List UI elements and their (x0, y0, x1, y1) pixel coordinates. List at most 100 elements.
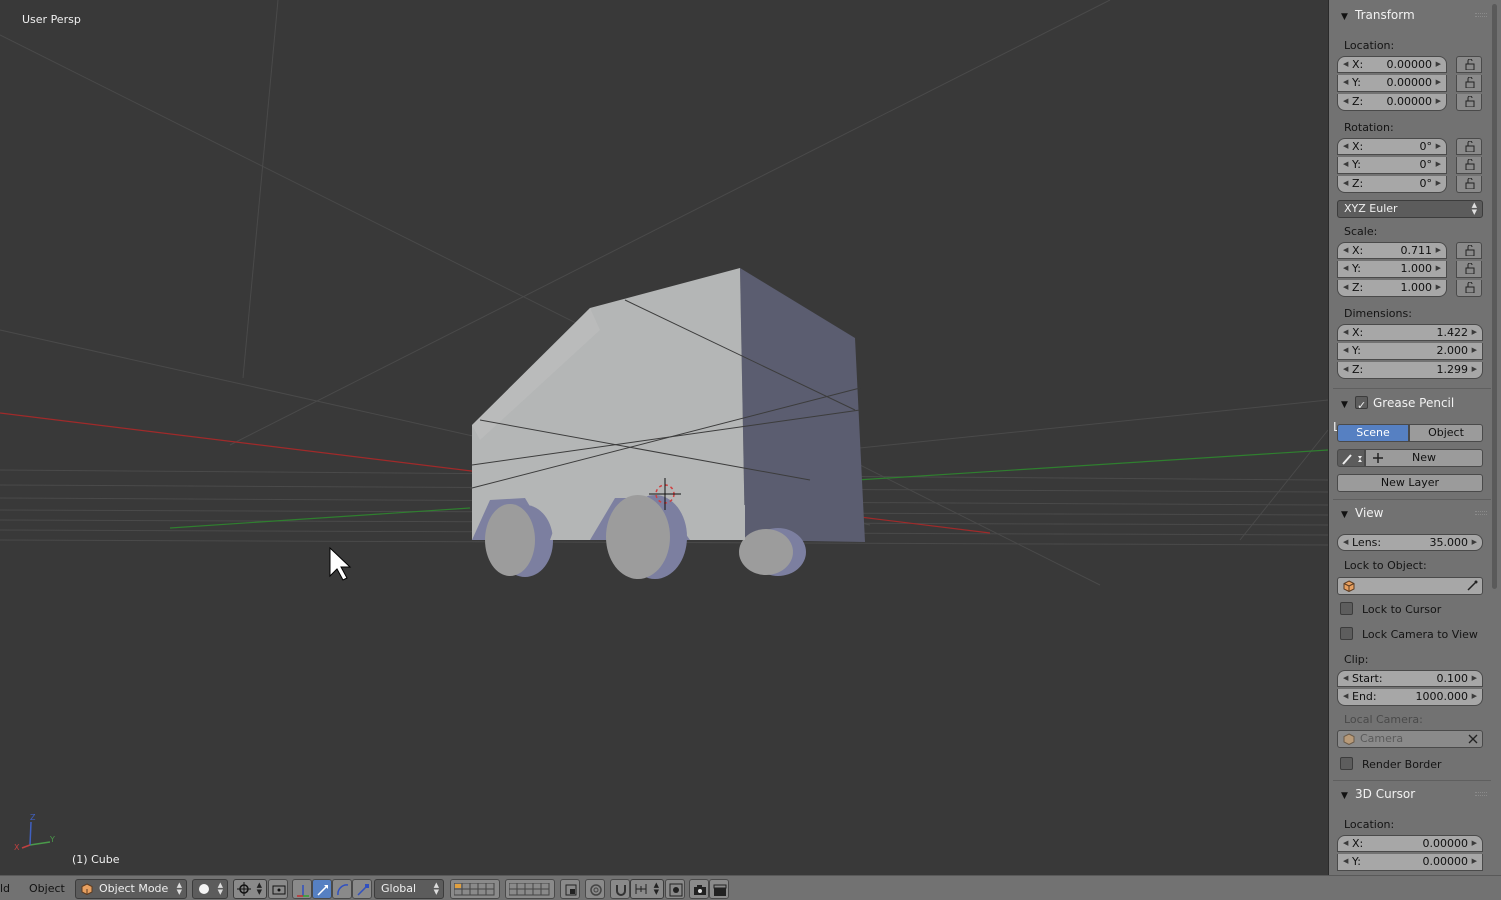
lock-location-z-button[interactable] (1456, 94, 1482, 111)
render-border-label: Render Border (1362, 758, 1442, 771)
object-menu[interactable]: Object (29, 879, 65, 899)
grease-pencil-browse-button[interactable] (1337, 449, 1365, 467)
drag-grip-icon[interactable] (1475, 792, 1487, 796)
panel-scrollbar[interactable] (1490, 0, 1498, 590)
3d-cursor-panel-header[interactable]: ▼ 3D Cursor (1333, 783, 1491, 805)
grease-pencil-panel-header[interactable]: ▼Grease Pencil Layers (1333, 392, 1491, 434)
rotation-mode-dropdown[interactable]: XYZ Euler ▲ ▼ (1337, 200, 1483, 218)
scale-x-field[interactable]: ◀ X: 0.711 ▶ (1337, 242, 1447, 259)
lock-location-y-button[interactable] (1456, 75, 1482, 92)
lock-icon (1465, 59, 1475, 70)
lock-scale-x-button[interactable] (1456, 242, 1482, 259)
section-divider (1333, 499, 1491, 500)
active-object-label: (1) Cube (72, 853, 120, 866)
scene-canvas[interactable]: Y Z X (0, 0, 1328, 875)
clip-label: Clip: (1344, 653, 1369, 666)
pivot-point-selector[interactable]: ▲ ▼ (233, 879, 267, 899)
proportional-editing-button[interactable] (585, 879, 605, 899)
view-panel-header[interactable]: ▼ View (1333, 502, 1491, 524)
lock-layers-button[interactable] (560, 879, 580, 899)
render-border-checkbox[interactable] (1340, 757, 1353, 770)
transform-panel-header[interactable]: ▼ Transform (1333, 4, 1491, 26)
lock-to-object-field[interactable] (1337, 577, 1483, 595)
viewport-shading-selector[interactable]: ▲ ▼ (192, 879, 228, 899)
lock-rotation-y-button[interactable] (1456, 157, 1482, 174)
opengl-render-animation-button[interactable] (709, 879, 729, 899)
drag-grip-icon[interactable] (1475, 511, 1487, 515)
scale-y-field[interactable]: ◀ Y: 1.000 ▶ (1337, 261, 1447, 278)
blender-window: Y Z X User Persp (1) Cube ▼ Transform Loc… (0, 0, 1501, 900)
rotation-x-field[interactable]: ◀ X: 0° ▶ (1337, 138, 1447, 155)
lock-rotation-x-button[interactable] (1456, 138, 1482, 155)
scene-layers-group-2[interactable] (505, 879, 555, 899)
location-x-field[interactable]: ◀ X: 0.00000 ▶ (1337, 56, 1447, 73)
drag-grip-icon[interactable] (1475, 13, 1487, 17)
snap-increment-icon (635, 884, 647, 894)
lock-scale-z-button[interactable] (1456, 280, 1482, 297)
lens-field[interactable]: ◀ Lens: 35.000 ▶ (1337, 534, 1483, 551)
location-y-field[interactable]: ◀ Y: 0.00000 ▶ (1337, 75, 1447, 92)
scale-z-field[interactable]: ◀ Z: 1.000 ▶ (1337, 280, 1447, 297)
dimensions-y-field[interactable]: ◀ Y: 2.000 ▶ (1337, 343, 1483, 360)
axis-gizmo-icon: Y Z X (14, 813, 55, 852)
mode-selector[interactable]: Object Mode ▲ ▼ (75, 879, 187, 899)
dimensions-z-field[interactable]: ◀ Z: 1.299 ▶ (1337, 362, 1483, 379)
updown-arrows-icon: ▲ ▼ (256, 881, 262, 896)
pivot-icon (237, 882, 251, 896)
transform-manipulator-toggle[interactable] (292, 879, 312, 899)
collapse-triangle-icon: ▼ (1341, 791, 1348, 801)
scale-manipulator-button[interactable] (352, 879, 372, 899)
snap-element-selector[interactable]: ▲ ▼ (630, 879, 664, 899)
layers-grid-icon (509, 883, 550, 896)
dimensions-x-field[interactable]: ◀ X: 1.422 ▶ (1337, 324, 1483, 341)
grease-pencil-new-button[interactable]: New (1365, 449, 1483, 467)
lock-to-cursor-checkbox[interactable] (1340, 602, 1353, 615)
translate-manipulator-button[interactable] (312, 879, 332, 899)
rotate-arc-icon (337, 884, 349, 896)
proportional-circle-icon (590, 884, 602, 896)
rotation-z-field[interactable]: ◀ Z: 0° ▶ (1337, 176, 1447, 193)
grease-pencil-object-tab[interactable]: Object (1409, 424, 1483, 442)
orientation-value: Global (381, 882, 417, 895)
rotation-mode-value: XYZ Euler (1344, 202, 1398, 215)
cursor-location-x-field[interactable]: ◀ X: 0.00000 ▶ (1337, 835, 1483, 852)
3d-viewport[interactable]: Y Z X User Persp (1) Cube (0, 0, 1328, 875)
grease-pencil-enable-checkbox[interactable] (1355, 395, 1368, 417)
grease-pencil-scene-tab[interactable]: Scene (1337, 424, 1409, 442)
lock-rotation-z-button[interactable] (1456, 176, 1482, 193)
clip-end-field[interactable]: ◀ End: 1000.000 ▶ (1337, 689, 1483, 706)
location-z-field[interactable]: ◀ Z: 0.00000 ▶ (1337, 94, 1447, 111)
snap-target-button[interactable] (665, 879, 685, 899)
lock-camera-to-view-label: Lock Camera to View (1362, 628, 1478, 641)
solid-shading-icon (199, 884, 209, 894)
view-title: View (1355, 506, 1384, 520)
lock-icon (1465, 159, 1475, 170)
snap-toggle-button[interactable] (610, 879, 630, 899)
transform-orientation-selector[interactable]: Global ▲ ▼ (374, 879, 444, 899)
lock-camera-to-view-checkbox[interactable] (1340, 627, 1353, 640)
updown-arrows-icon: ▲ ▼ (217, 881, 223, 896)
cursor-location-y-field[interactable]: ◀ Y: 0.00000 ▶ (1337, 854, 1483, 871)
collapse-triangle-icon: ▼ (1341, 12, 1348, 22)
scrollbar-thumb[interactable] (1492, 4, 1497, 589)
lock-to-object-label: Lock to Object: (1344, 559, 1427, 572)
lock-location-x-button[interactable] (1456, 56, 1482, 73)
rotate-manipulator-button[interactable] (332, 879, 352, 899)
lock-scale-y-button[interactable] (1456, 261, 1482, 278)
local-camera-field[interactable]: Camera (1337, 730, 1483, 748)
lock-icon (1465, 77, 1475, 88)
object-cube-icon (1343, 580, 1355, 592)
updown-arrows-icon: ▲ ▼ (433, 881, 439, 896)
add-menu[interactable]: ld (0, 879, 10, 899)
opengl-render-button[interactable] (689, 879, 709, 899)
new-layer-button[interactable]: New Layer (1337, 474, 1483, 492)
scene-layers-group-1[interactable] (450, 879, 500, 899)
center-points-icon (272, 885, 286, 895)
manipulate-center-points-button[interactable] (268, 879, 288, 899)
rotation-y-field[interactable]: ◀ Y: 0° ▶ (1337, 157, 1447, 174)
plus-icon (1373, 453, 1383, 463)
transform-title: Transform (1355, 8, 1415, 22)
scale-icon (357, 884, 369, 896)
scale-label: Scale: (1344, 225, 1378, 238)
clip-start-field[interactable]: ◀ Start: 0.100 ▶ (1337, 670, 1483, 687)
